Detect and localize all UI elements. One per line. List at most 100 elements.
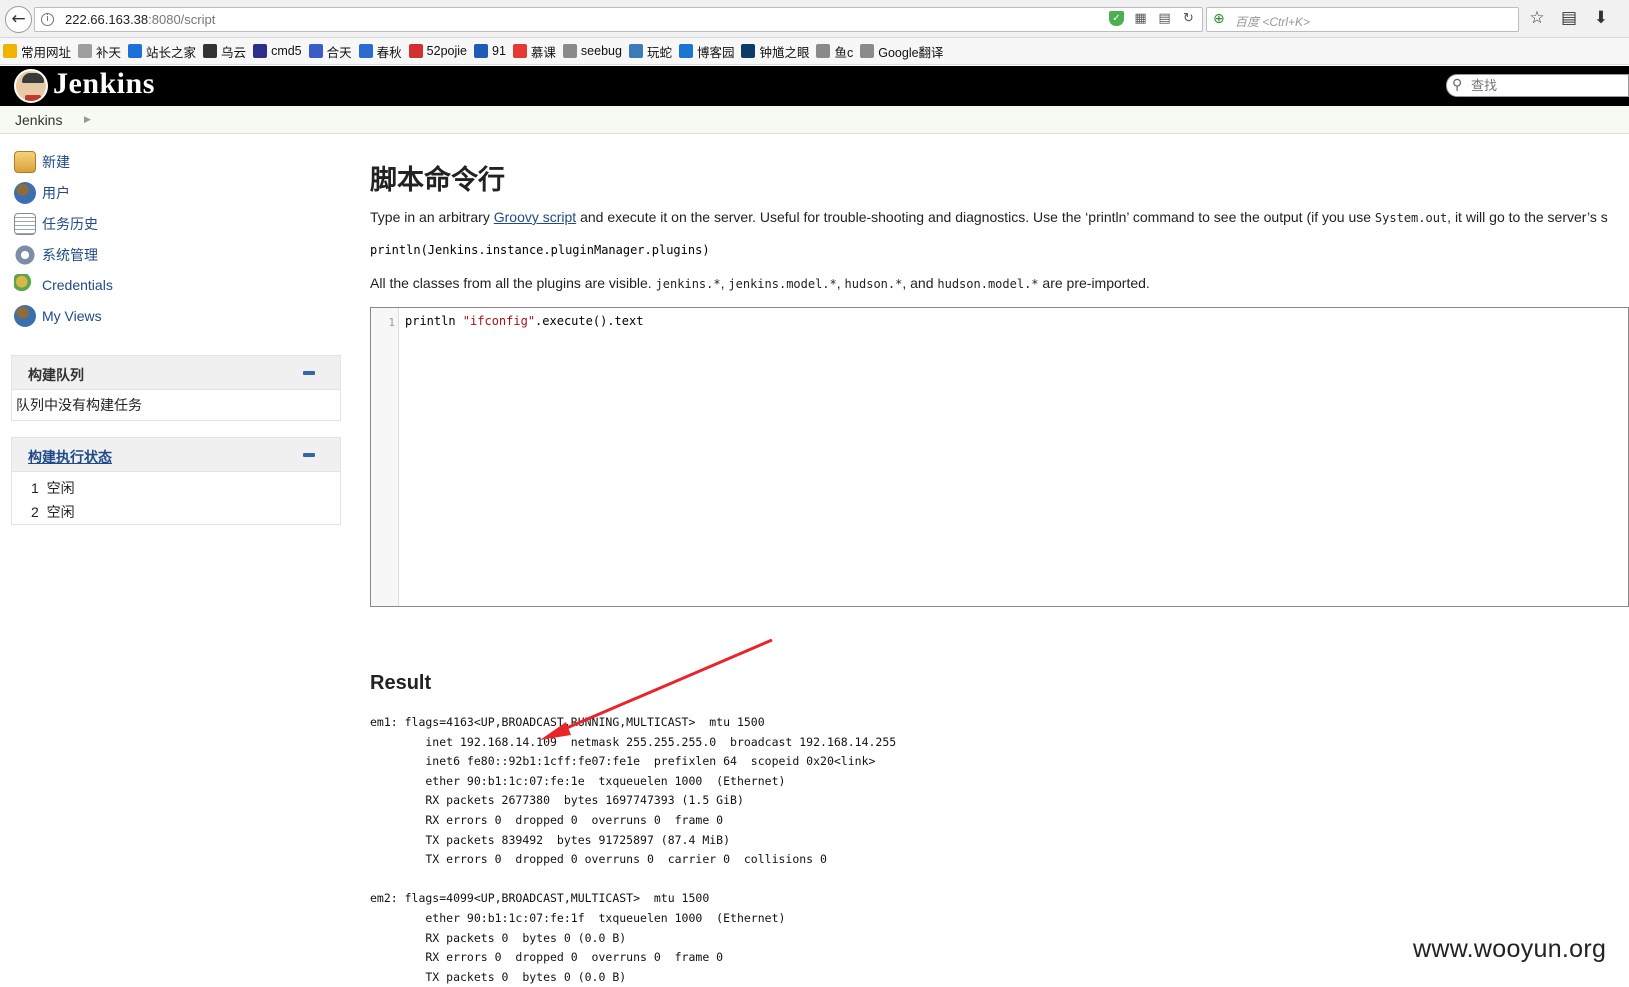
info-icon[interactable]: i: [41, 13, 54, 26]
bookmark-item[interactable]: 鱼c: [816, 42, 853, 61]
sidebar-item-label: My Views: [42, 308, 102, 324]
desc-text-3: , it will go to the server’s s: [1447, 209, 1608, 225]
bookmark-favicon-icon: [741, 44, 756, 58]
collapse-icon[interactable]: [303, 371, 315, 375]
browser-search-placeholder: 百度 <Ctrl+K>: [1235, 15, 1311, 29]
sidebar-item-label: 任务历史: [42, 216, 98, 232]
bookmark-item[interactable]: 钟馗之眼: [741, 42, 809, 61]
bookmark-label: 常用网址: [21, 45, 72, 60]
bookmark-label: 站长之家: [146, 45, 197, 60]
code-line[interactable]: println "ifconfig".execute().text: [405, 314, 643, 328]
jenkins-brand[interactable]: Jenkins: [53, 67, 155, 101]
bookmark-item[interactable]: 慕课: [512, 42, 556, 61]
sidebar-item-manage[interactable]: 系统管理: [14, 244, 98, 266]
classes-sep-2: ,: [836, 275, 845, 291]
reading-list-icon[interactable]: ▤: [1559, 8, 1579, 28]
download-icon[interactable]: ⬇: [1591, 8, 1611, 28]
jenkins-search-box[interactable]: ⚲: [1446, 74, 1629, 97]
bookmark-label: seebug: [580, 44, 622, 58]
bookmark-item[interactable]: 91: [474, 44, 506, 58]
executor-list: 1 空闲 2 空闲: [12, 472, 340, 524]
groovy-script-link[interactable]: Groovy script: [494, 209, 576, 225]
bookmark-item[interactable]: 博客园: [678, 42, 734, 61]
browser-toolbar: ← i 222.66.163.38:8080/script ✓ ▦ ▤ ↻ ⊕ …: [0, 0, 1629, 38]
url-text[interactable]: 222.66.163.38:8080/script: [65, 12, 215, 27]
bookmark-favicon-icon: [474, 44, 488, 58]
bookmark-favicon-icon: [408, 44, 423, 58]
shield-icon[interactable]: ✓: [1109, 11, 1124, 26]
bookmark-item[interactable]: seebug: [562, 44, 622, 58]
build-history-icon: [14, 213, 36, 235]
executor-status-pane: 构建执行状态 1 空闲 2 空闲: [11, 437, 341, 525]
bookmark-item[interactable]: 补天: [78, 42, 121, 61]
qr-code-icon[interactable]: ▦: [1133, 11, 1148, 26]
bookmark-item[interactable]: 玩蛇: [628, 42, 672, 61]
result-title: Result: [370, 672, 432, 694]
bookmark-label: Google翻译: [878, 45, 944, 60]
desc-text-2: and execute it on the server. Useful for…: [576, 209, 1375, 225]
breadcrumb-jenkins[interactable]: Jenkins: [15, 112, 62, 128]
gear-icon: [14, 244, 36, 266]
executor-status: 空闲: [46, 504, 75, 520]
classes-code-1: jenkins.*: [655, 277, 721, 291]
sidebar-item-build-history[interactable]: 任务历史: [14, 213, 98, 235]
bookmark-item[interactable]: 常用网址: [3, 42, 71, 61]
desc-text: Type in an arbitrary: [370, 209, 494, 225]
watermark: www.wooyun.org: [1413, 935, 1607, 963]
bookmark-favicon-icon: [678, 44, 693, 58]
classes-code-2: jenkins.model.*: [728, 277, 837, 291]
executor-status: 空闲: [46, 480, 75, 496]
my-views-icon: [14, 305, 36, 327]
bookmark-label: 91: [492, 44, 506, 58]
bookmark-favicon-icon: [562, 44, 577, 58]
bookmark-favicon-icon: [203, 44, 218, 58]
bookmark-label: 乌云: [221, 45, 247, 60]
bookmark-item[interactable]: Google翻译: [860, 42, 944, 61]
bookmark-favicon-icon: [78, 44, 93, 58]
collapse-icon[interactable]: [303, 453, 315, 457]
sidebar-item-label: 用户: [42, 185, 70, 201]
code-token: .execute().text: [535, 314, 644, 328]
jenkins-logo-icon[interactable]: [14, 69, 48, 103]
build-queue-empty: 队列中没有构建任务: [16, 397, 142, 413]
line-number: 1: [388, 316, 395, 329]
executor-row: 2 空闲: [31, 502, 75, 522]
bookmark-favicon-icon: [816, 44, 831, 58]
search-engine-icon[interactable]: ⊕: [1213, 11, 1225, 27]
bookmark-label: 慕课: [530, 45, 556, 60]
bookmark-item[interactable]: 52pojie: [408, 44, 467, 58]
sidebar-item-new[interactable]: 新建: [14, 151, 70, 173]
address-bar[interactable]: i 222.66.163.38:8080/script ✓ ▦ ▤ ↻: [34, 7, 1203, 32]
star-icon[interactable]: ☆: [1527, 8, 1547, 28]
bookmark-item[interactable]: 春秋: [358, 42, 402, 61]
reader-mode-icon[interactable]: ▤: [1157, 11, 1172, 26]
search-icon: ⚲: [1452, 77, 1463, 93]
breadcrumb: Jenkins ▶: [0, 106, 1629, 134]
page-title: 脚本命令行: [370, 165, 505, 195]
bookmark-label: 春秋: [376, 45, 402, 60]
script-editor[interactable]: 1 println "ifconfig".execute().text: [370, 307, 1629, 607]
classes-code-4: hudson.model.*: [937, 277, 1039, 291]
credentials-icon: [14, 274, 36, 296]
browser-search-box[interactable]: ⊕ 百度 <Ctrl+K>: [1206, 7, 1519, 32]
jenkins-search-input[interactable]: [1469, 77, 1619, 94]
bookmark-item[interactable]: 合天: [308, 42, 352, 61]
example-code: println(Jenkins.instance.pluginManager.p…: [370, 243, 710, 257]
bookmark-label: 52pojie: [426, 44, 467, 58]
classes-code-3: hudson.*: [844, 277, 903, 291]
sidebar-item-label: Credentials: [42, 277, 113, 293]
back-button[interactable]: ←: [5, 6, 32, 33]
bookmark-item[interactable]: 乌云: [203, 42, 246, 61]
bookmark-favicon-icon: [128, 44, 143, 58]
bookmark-favicon-icon: [253, 44, 268, 58]
bookmark-label: 玩蛇: [646, 45, 672, 60]
breadcrumb-arrow-icon[interactable]: ▶: [84, 114, 91, 125]
sidebar-item-credentials[interactable]: Credentials: [14, 274, 113, 296]
bookmark-item[interactable]: 站长之家: [128, 42, 196, 61]
sidebar-item-my-views[interactable]: My Views: [14, 305, 102, 327]
executor-status-title[interactable]: 构建执行状态: [28, 447, 112, 467]
executor-row: 1 空闲: [31, 478, 75, 498]
reload-icon[interactable]: ↻: [1181, 11, 1196, 26]
sidebar-item-users[interactable]: 用户: [14, 182, 70, 204]
bookmark-item[interactable]: cmd5: [253, 44, 302, 58]
